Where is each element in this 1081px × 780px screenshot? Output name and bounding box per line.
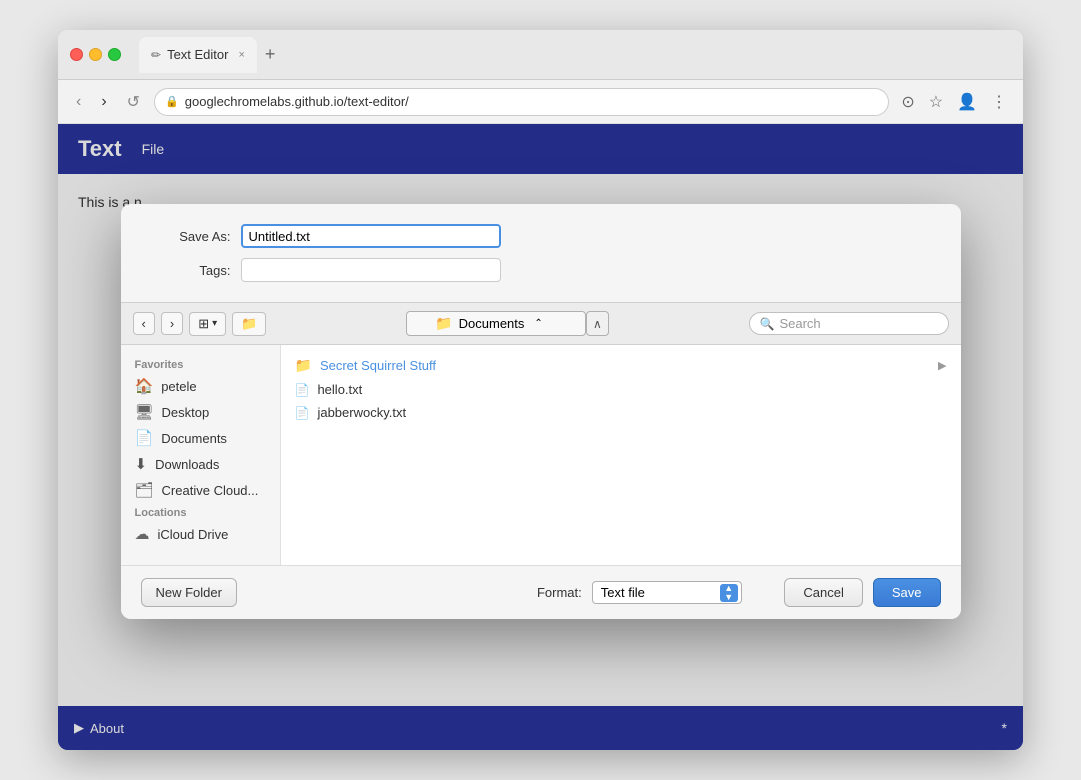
sidebar-item-creative-cloud[interactable]: 🗂 Creative Cloud...: [121, 477, 280, 503]
profile-button[interactable]: 👤: [953, 88, 981, 116]
favorites-label: Favorites: [121, 355, 280, 373]
format-select-wrapper: Text file HTML Rich Text ▲ ▼: [592, 581, 742, 604]
sidebar-creative-cloud-label: Creative Cloud...: [162, 483, 259, 498]
dialog-toolbar: ‹ › ⊞ ▾ 📁 📁 Documents: [121, 302, 961, 345]
account-icon-button[interactable]: ⊙: [897, 88, 918, 116]
sidebar-documents-label: Documents: [161, 431, 227, 446]
traffic-lights: [70, 48, 121, 61]
save-as-input[interactable]: [241, 224, 501, 248]
dialog-top: Save As: Tags:: [121, 204, 961, 302]
creative-cloud-icon: 🗂: [135, 481, 154, 499]
dialog-body: Favorites 🏠 petele 🖥 Desktop 📄 Documents: [121, 345, 961, 565]
file-name-jabberwocky: jabberwocky.txt: [317, 405, 406, 420]
dialog-sidebar: Favorites 🏠 petele 🖥 Desktop 📄 Documents: [121, 345, 281, 565]
lock-icon: 🔒: [165, 95, 179, 108]
search-icon: 🔍: [760, 317, 775, 331]
format-select[interactable]: Text file HTML Rich Text: [592, 581, 742, 604]
sidebar-item-petele[interactable]: 🏠 petele: [121, 373, 280, 399]
view-toggle-button[interactable]: ⊞ ▾: [189, 312, 226, 336]
sidebar-item-icloud[interactable]: ☁ iCloud Drive: [121, 521, 280, 547]
file-item-hello[interactable]: 📄 hello.txt: [285, 378, 957, 401]
documents-icon: 📄: [135, 429, 154, 447]
new-folder-button[interactable]: New Folder: [141, 578, 237, 607]
location-chevron: ⌃: [534, 318, 542, 329]
dialog-actions: Cancel Save: [784, 578, 940, 607]
forward-nav-icon: ›: [170, 316, 174, 331]
location-name: Documents: [459, 316, 525, 331]
dialog-footer: New Folder Format: Text file HTML Rich T…: [121, 565, 961, 619]
new-folder-icon: 📁: [241, 316, 257, 332]
chevron-right-icon: ▶: [938, 359, 946, 372]
close-button[interactable]: [70, 48, 83, 61]
file-item-jabberwocky[interactable]: 📄 jabberwocky.txt: [285, 401, 957, 424]
back-nav-button[interactable]: ‹: [133, 312, 155, 335]
tags-field: Tags:: [151, 258, 931, 282]
minimize-button[interactable]: [89, 48, 102, 61]
tab-bar: ✏ Text Editor × +: [139, 37, 1011, 73]
nav-bar: ‹ › ↺ 🔒 googlechromelabs.github.io/text-…: [58, 80, 1023, 124]
title-bar: ✏ Text Editor × +: [58, 30, 1023, 80]
tags-input[interactable]: [241, 258, 501, 282]
sidebar-petele-label: petele: [161, 379, 196, 394]
save-dialog: Save As: Tags: ‹ ›: [121, 204, 961, 619]
url-text: googlechromelabs.github.io/text-editor/: [185, 94, 879, 109]
format-label: Format:: [537, 585, 582, 600]
search-placeholder: Search: [779, 316, 820, 331]
new-folder-icon-button[interactable]: 📁: [232, 312, 266, 336]
downloads-icon: ⬇: [135, 455, 148, 473]
desktop-icon: 🖥: [135, 403, 154, 421]
folder-name: Secret Squirrel Stuff: [320, 358, 436, 373]
maximize-button[interactable]: [108, 48, 121, 61]
location-folder-icon: 📁: [435, 315, 452, 332]
tags-label: Tags:: [151, 263, 231, 278]
address-bar[interactable]: 🔒 googlechromelabs.github.io/text-editor…: [154, 88, 889, 116]
folder-icon: 📁: [295, 357, 312, 374]
txt-file-icon: 📄: [295, 383, 310, 397]
save-button[interactable]: Save: [873, 578, 941, 607]
file-name-hello: hello.txt: [317, 382, 362, 397]
reload-button[interactable]: ↺: [121, 88, 146, 116]
location-dropdown[interactable]: 📁 Documents ⌃: [406, 311, 586, 336]
browser-window: ✏ Text Editor × + ‹ › ↺ 🔒 googlechromela…: [58, 30, 1023, 750]
search-box[interactable]: 🔍 Search: [749, 312, 949, 335]
expand-button[interactable]: ∧: [586, 311, 609, 336]
new-tab-button[interactable]: +: [257, 44, 284, 65]
bookmark-button[interactable]: ☆: [925, 88, 947, 116]
sidebar-desktop-label: Desktop: [162, 405, 210, 420]
tab-icon: ✏: [151, 48, 161, 62]
back-nav-icon: ‹: [142, 316, 146, 331]
home-icon: 🏠: [135, 377, 154, 395]
file-list: 📁 Secret Squirrel Stuff ▶ 📄 hello.txt 📄 …: [281, 345, 961, 565]
icloud-icon: ☁: [135, 525, 150, 543]
save-as-field: Save As:: [151, 224, 931, 248]
tab-close-icon[interactable]: ×: [238, 49, 244, 61]
forward-nav-button[interactable]: ›: [161, 312, 183, 335]
sidebar-icloud-label: iCloud Drive: [158, 527, 229, 542]
sidebar-downloads-label: Downloads: [155, 457, 219, 472]
cancel-button[interactable]: Cancel: [784, 578, 862, 607]
file-item-secret-squirrel[interactable]: 📁 Secret Squirrel Stuff ▶: [285, 353, 957, 378]
save-as-label: Save As:: [151, 229, 231, 244]
sidebar-item-desktop[interactable]: 🖥 Desktop: [121, 399, 280, 425]
sidebar-item-downloads[interactable]: ⬇ Downloads: [121, 451, 280, 477]
nav-actions: ⊙ ☆ 👤 ⋮: [897, 88, 1011, 116]
view-arrow-icon: ▾: [212, 318, 217, 329]
locations-label: Locations: [121, 503, 280, 521]
browser-content: Text File This is a n Save As: Tags:: [58, 124, 1023, 750]
forward-button[interactable]: ›: [95, 89, 112, 115]
tab-title: Text Editor: [167, 47, 228, 62]
location-selector: 📁 Documents ⌃ ∧: [272, 311, 742, 336]
menu-button[interactable]: ⋮: [987, 88, 1011, 116]
view-toggle-icon: ⊞: [198, 316, 209, 332]
browser-tab[interactable]: ✏ Text Editor ×: [139, 37, 257, 73]
txt-file-icon-2: 📄: [295, 406, 310, 420]
back-button[interactable]: ‹: [70, 89, 87, 115]
dialog-overlay: Save As: Tags: ‹ ›: [58, 124, 1023, 750]
format-section: Format: Text file HTML Rich Text ▲ ▼: [537, 581, 742, 604]
sidebar-item-documents[interactable]: 📄 Documents: [121, 425, 280, 451]
